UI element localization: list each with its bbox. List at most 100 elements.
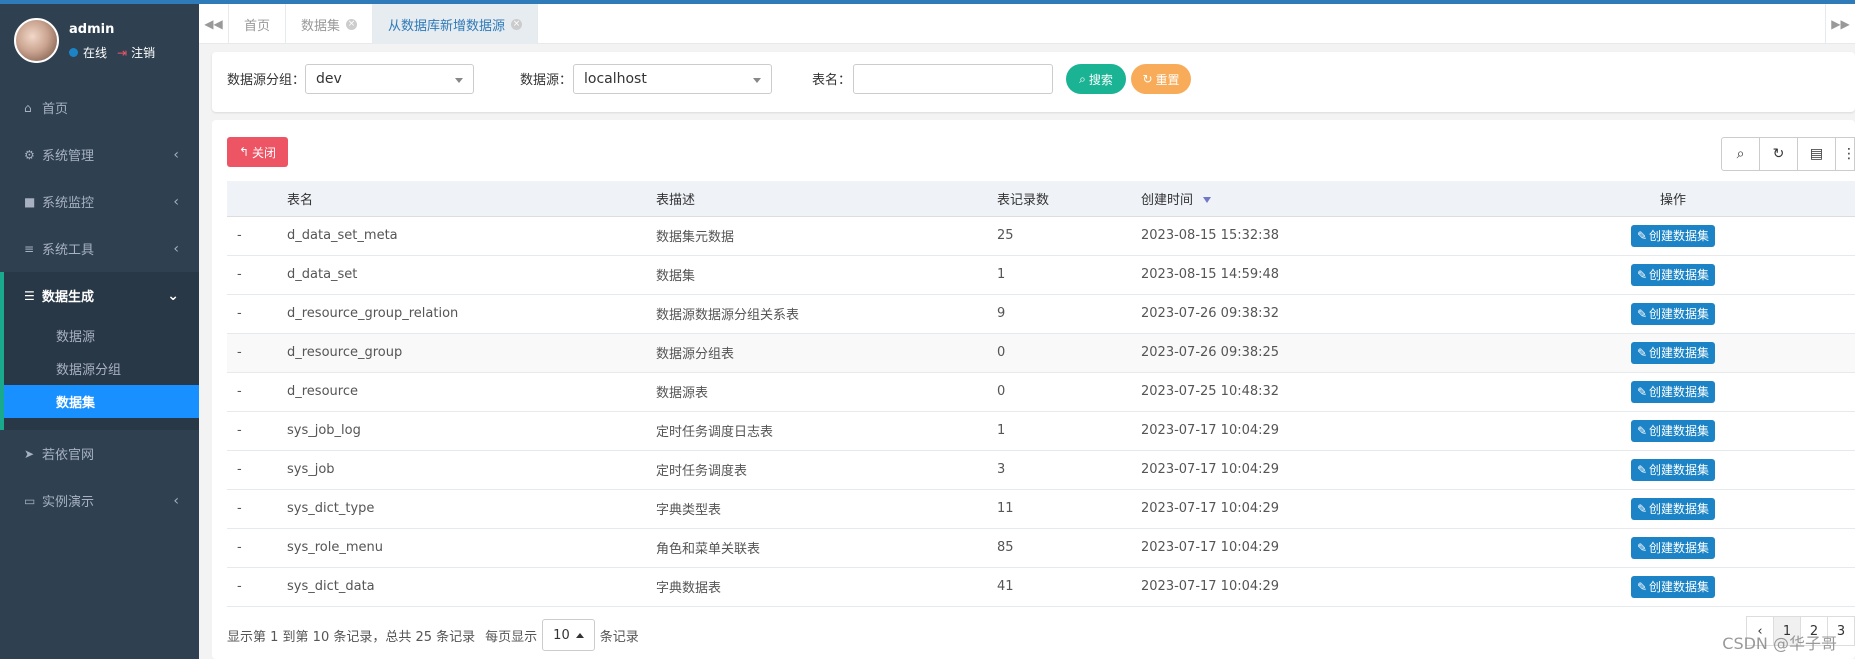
tab-home[interactable]: 首页 bbox=[229, 4, 287, 44]
close-icon[interactable]: × bbox=[346, 18, 358, 30]
cell-actions: ✎ 创建数据集 bbox=[1491, 255, 1855, 295]
sidebar-item-label: 数据生成 bbox=[42, 290, 95, 305]
cell-table-desc: 角色和菜单关联表 bbox=[646, 528, 987, 568]
cell-created-time: 2023-07-25 10:48:32 bbox=[1131, 372, 1491, 412]
cell-table-name: d_resource bbox=[277, 372, 646, 412]
caret-down-icon bbox=[455, 78, 463, 83]
cell-index: - bbox=[227, 411, 277, 451]
cell-created-time: 2023-07-17 10:04:29 bbox=[1131, 489, 1491, 529]
edit-icon: ✎ bbox=[1636, 579, 1648, 594]
tab-label: 从数据库新增数据源 bbox=[388, 18, 506, 34]
table-row[interactable]: - d_resource_group_relation 数据源数据源分组关系表 9 20… bbox=[227, 294, 1855, 334]
sidebar-item-home[interactable]: ⌂ 首页 bbox=[0, 84, 199, 131]
cell-table-name: sys_dict_data bbox=[277, 567, 646, 607]
watermark: CSDN @华子哥 bbox=[1722, 634, 1837, 653]
toggle-search-button[interactable]: ⌕ bbox=[1721, 137, 1760, 171]
create-dataset-button[interactable]: ✎ 创建数据集 bbox=[1630, 302, 1716, 325]
datasource-group-select[interactable]: dev bbox=[305, 64, 474, 94]
online-dot-icon bbox=[69, 48, 78, 57]
sidebar-item-system-tools[interactable]: ≡ 系统工具 ‹ bbox=[0, 225, 199, 272]
per-page-suffix: 条记录 bbox=[599, 629, 639, 645]
group-label: 数据源分组： bbox=[227, 73, 306, 88]
create-dataset-button[interactable]: ✎ 创建数据集 bbox=[1630, 341, 1716, 364]
reply-icon: ↰ bbox=[238, 145, 250, 159]
tabs-scroll-left-icon[interactable]: ◀◀ bbox=[199, 4, 229, 44]
sidebar-subitem-datasource[interactable]: 数据源 bbox=[4, 319, 199, 352]
tab-dataset[interactable]: 数据集 × bbox=[286, 4, 374, 44]
table-row[interactable]: - sys_job 定时任务调度表 3 2023-07-17 10:04:29 ✎ 创建数据… bbox=[227, 450, 1855, 490]
refresh-icon: ↻ bbox=[1772, 146, 1785, 162]
refresh-button[interactable]: ↻ bbox=[1759, 137, 1798, 171]
table-row[interactable]: - sys_job_log 定时任务调度日志表 1 2023-07-17 10:04:2… bbox=[227, 411, 1855, 451]
sidebar-item-system-admin[interactable]: ⚙ 系统管理 ‹ bbox=[0, 131, 199, 178]
paper-plane-icon: ➤ bbox=[24, 446, 35, 461]
column-header-desc[interactable]: 表描述 bbox=[646, 181, 987, 217]
create-dataset-button[interactable]: ✎ 创建数据集 bbox=[1630, 497, 1716, 520]
table-row[interactable]: - d_resource_group 数据源分组表 0 2023-07-26 09:38… bbox=[227, 333, 1855, 373]
table-row[interactable]: - sys_role_menu 角色和菜单关联表 85 2023-07-17 10:04… bbox=[227, 528, 1855, 568]
sidebar-subitem-dataset[interactable]: 数据集 bbox=[4, 385, 199, 418]
desktop-icon: ▭ bbox=[24, 493, 36, 508]
create-dataset-button[interactable]: ✎ 创建数据集 bbox=[1630, 224, 1716, 247]
table-row[interactable]: - sys_dict_type 字典类型表 11 2023-07-17 10:04:29… bbox=[227, 489, 1855, 529]
table-name-input[interactable] bbox=[853, 64, 1053, 94]
tab-add-datasource-from-db[interactable]: 从数据库新增数据源 × bbox=[373, 4, 539, 44]
sign-out-icon[interactable]: ⇥ bbox=[117, 46, 127, 60]
cell-actions: ✎ 创建数据集 bbox=[1491, 450, 1855, 490]
reset-button[interactable]: ↻ 重置 bbox=[1131, 64, 1191, 94]
create-dataset-button[interactable]: ✎ 创建数据集 bbox=[1630, 380, 1716, 403]
cell-created-time: 2023-08-15 15:32:38 bbox=[1131, 216, 1491, 256]
database-icon: ☰ bbox=[24, 288, 35, 303]
page-size-select[interactable]: 10 bbox=[542, 619, 595, 651]
create-dataset-label: 创建数据集 bbox=[1649, 541, 1710, 555]
tabs-bar: ◀◀ 首页 数据集 × 从数据库新增数据源 × ▶▶ bbox=[199, 4, 1855, 44]
create-dataset-label: 创建数据集 bbox=[1649, 424, 1710, 438]
sidebar-subitem-datasource-group[interactable]: 数据源分组 bbox=[4, 352, 199, 385]
create-dataset-button[interactable]: ✎ 创建数据集 bbox=[1630, 536, 1716, 559]
cell-index: - bbox=[227, 294, 277, 334]
create-dataset-label: 创建数据集 bbox=[1649, 229, 1710, 243]
cell-created-time: 2023-07-17 10:04:29 bbox=[1131, 528, 1491, 568]
sidebar-item-ruoyi-site[interactable]: ➤ 若依官网 bbox=[0, 430, 199, 477]
columns-icon: ⋮ bbox=[1842, 146, 1855, 162]
sidebar-submenu: 数据源 数据源分组 数据集 bbox=[0, 319, 199, 430]
create-dataset-button[interactable]: ✎ 创建数据集 bbox=[1630, 263, 1716, 286]
cell-actions: ✎ 创建数据集 bbox=[1491, 489, 1855, 529]
cell-index: - bbox=[227, 489, 277, 529]
search-form: 数据源分组： dev 数据源： localhost 表名： ⌕ 搜索 ↻ 重置 bbox=[212, 52, 1855, 112]
cell-record-count: 41 bbox=[987, 567, 1131, 607]
sidebar-item-label: 系统管理 bbox=[42, 149, 95, 164]
search-button[interactable]: ⌕ 搜索 bbox=[1066, 64, 1126, 94]
gear-icon: ⚙ bbox=[24, 147, 35, 162]
table-row[interactable]: - d_data_set 数据集 1 2023-08-15 14:59:48 ✎ 创建数据集 bbox=[227, 255, 1855, 295]
cell-table-desc: 定时任务调度日志表 bbox=[646, 411, 987, 451]
create-dataset-button[interactable]: ✎ 创建数据集 bbox=[1630, 575, 1716, 598]
cell-table-desc: 数据源表 bbox=[646, 372, 987, 412]
create-dataset-label: 创建数据集 bbox=[1649, 385, 1710, 399]
column-header-actions: 操作 bbox=[1491, 181, 1855, 217]
create-dataset-button[interactable]: ✎ 创建数据集 bbox=[1630, 458, 1716, 481]
sidebar-item-demo[interactable]: ▭ 实例演示 ‹ bbox=[0, 477, 199, 524]
avatar[interactable] bbox=[14, 18, 59, 63]
create-dataset-button[interactable]: ✎ 创建数据集 bbox=[1630, 419, 1716, 442]
table-row[interactable]: - d_data_set_meta 数据集元数据 25 2023-08-15 15:32… bbox=[227, 216, 1855, 256]
edit-icon: ✎ bbox=[1636, 306, 1648, 321]
logout-link[interactable]: 注销 bbox=[131, 44, 155, 61]
cell-actions: ✎ 创建数据集 bbox=[1491, 372, 1855, 412]
source-label: 数据源： bbox=[520, 73, 573, 88]
table-row[interactable]: - sys_dict_data 字典数据表 41 2023-07-17 10:04:29… bbox=[227, 567, 1855, 607]
column-header-name[interactable]: 表名 bbox=[277, 181, 646, 217]
close-icon[interactable]: × bbox=[511, 18, 523, 30]
caret-up-icon bbox=[575, 632, 584, 638]
close-button[interactable]: ↰ 关闭 bbox=[227, 137, 288, 167]
sidebar-item-system-monitor[interactable]: ■ 系统监控 ‹ bbox=[0, 178, 199, 225]
sidebar-item-data-generation[interactable]: ☰ 数据生成 ⌄ bbox=[0, 272, 199, 319]
column-header-count[interactable]: 表记录数 bbox=[987, 181, 1131, 217]
toggle-view-button[interactable]: ▤ bbox=[1797, 137, 1836, 171]
tabs-scroll-right-icon[interactable]: ▶▶ bbox=[1825, 4, 1855, 44]
column-header-created[interactable]: 创建时间 bbox=[1131, 181, 1491, 217]
table-row[interactable]: - d_resource 数据源表 0 2023-07-25 10:48:32 ✎ 创建数据… bbox=[227, 372, 1855, 412]
datasource-select[interactable]: localhost bbox=[573, 64, 772, 94]
cell-record-count: 0 bbox=[987, 333, 1131, 373]
columns-button[interactable]: ⋮ bbox=[1835, 137, 1855, 171]
